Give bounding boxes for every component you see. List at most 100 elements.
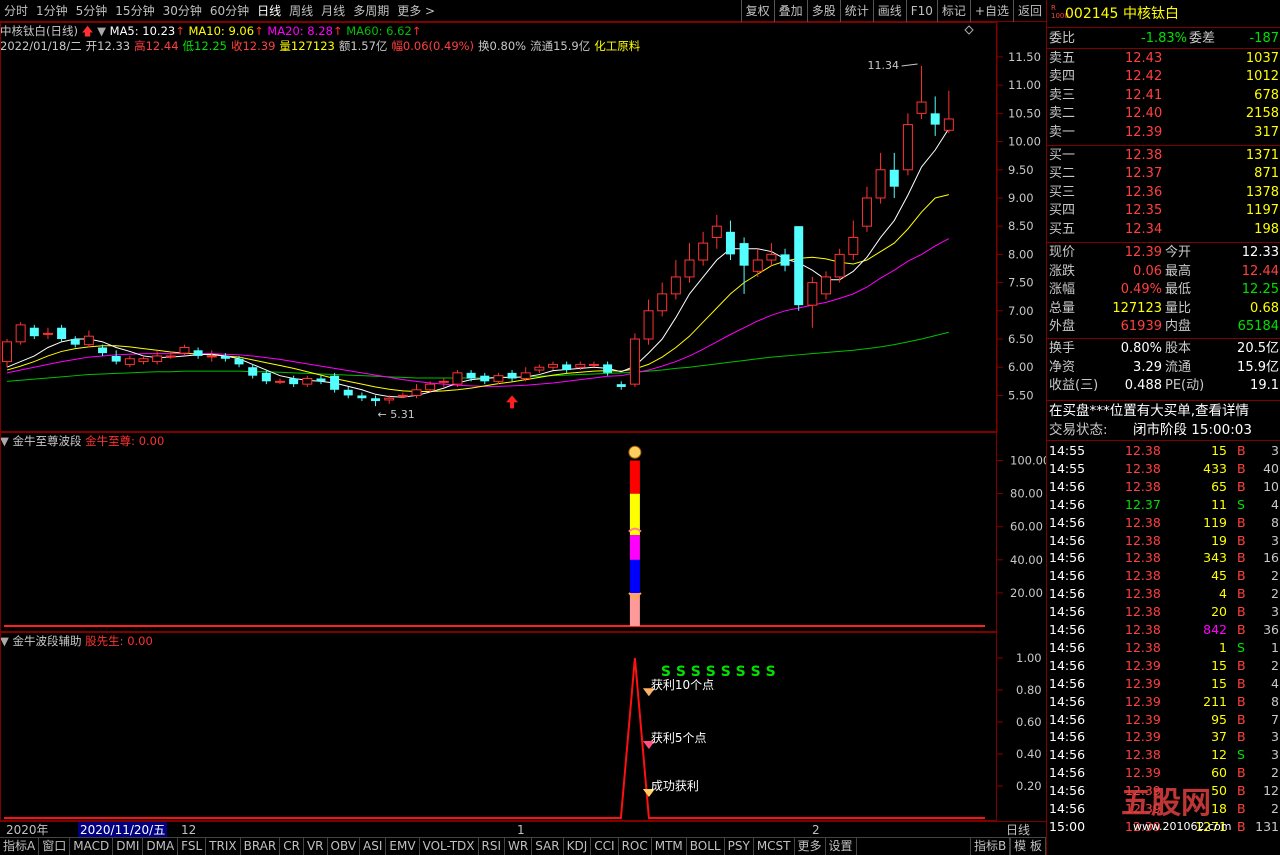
- price: 12.38: [1125, 532, 1161, 548]
- tick-row: 14:55 12.38 15 B 3: [1047, 442, 1280, 460]
- annotation-label: 成功获利: [651, 779, 699, 793]
- candlestick-chart[interactable]: 11.50 11.00 10.50 10.00 9.50 9.00 8.50 8.00 7.50…: [0, 22, 1046, 432]
- divider: [1047, 440, 1280, 441]
- x-axis-label: 1: [517, 823, 525, 837]
- y-tick-label: 9.00: [1008, 191, 1034, 205]
- y-tick-label: 40.00: [1010, 553, 1043, 567]
- toolbar-button[interactable]: F10: [905, 0, 937, 22]
- value: 0.68: [1250, 300, 1279, 316]
- candle-body: [152, 355, 163, 363]
- indicator-tab[interactable]: CCI: [591, 838, 619, 855]
- indicator-tab[interactable]: 窗口: [39, 838, 71, 855]
- indicator2-chart[interactable]: 1.000.800.600.400.20S S S S S S S S获利10个…: [0, 632, 1046, 821]
- toolbar-button[interactable]: 叠加: [773, 0, 807, 22]
- indicator1-chart[interactable]: 100.00 80.00 60.00 40.00 20.00: [0, 432, 1046, 632]
- period-tab[interactable]: 日线: [253, 2, 285, 19]
- count: 16: [1263, 550, 1279, 566]
- stat-row: 净资 3.29 流通 15.9亿: [1047, 359, 1280, 377]
- indicator-tab[interactable]: EMV: [386, 838, 420, 855]
- indicator-tab[interactable]: VOL-TDX: [420, 838, 479, 855]
- toolbar-button[interactable]: +自选: [969, 0, 1013, 22]
- template-tab[interactable]: 模 板: [1010, 838, 1046, 855]
- indicator-tab[interactable]: BOLL: [687, 838, 725, 855]
- label: 流通: [1165, 359, 1192, 375]
- price: 12.38: [1125, 514, 1161, 530]
- period-label[interactable]: 日线: [1006, 822, 1030, 838]
- period-tab[interactable]: 更多 >: [393, 2, 439, 19]
- label: 买五: [1049, 221, 1076, 237]
- volume: 1012: [1245, 69, 1279, 85]
- volume: 1037: [1245, 51, 1279, 66]
- period-tab[interactable]: 5分钟: [72, 2, 112, 19]
- notice[interactable]: 在买盘***位置有大买单,查看详情: [1049, 402, 1249, 420]
- indicator-tab[interactable]: OBV: [328, 838, 361, 855]
- tick-row: 14:56 12.38 1 S 1: [1047, 639, 1280, 657]
- period-tab[interactable]: 30分钟: [159, 2, 206, 19]
- label: 卖二: [1049, 106, 1076, 122]
- notice-row: 在买盘***位置有大买单,查看详情: [1047, 402, 1280, 420]
- tick-row: 14:56 12.38 19 B 3: [1047, 532, 1280, 550]
- indicator-tab[interactable]: ROC: [619, 838, 652, 855]
- candle-body: [316, 378, 326, 382]
- candle-body: [42, 332, 53, 335]
- toolbar-button[interactable]: 标记: [936, 0, 970, 22]
- period-tab[interactable]: 1分钟: [32, 2, 72, 19]
- indicator-tab[interactable]: RSI: [479, 838, 506, 855]
- indicator-tab[interactable]: TRIX: [206, 838, 241, 855]
- indicator-tab[interactable]: CR: [280, 838, 304, 855]
- candle-body: [261, 372, 271, 382]
- indicator-tab[interactable]: SAR: [532, 838, 564, 855]
- candle-body: [124, 358, 135, 365]
- price: 12.38: [1125, 622, 1161, 637]
- toolbar-button[interactable]: 返回: [1012, 0, 1046, 22]
- tick-row: 14:56 12.37 11 S 4: [1047, 496, 1280, 514]
- indicator-tab[interactable]: DMA: [143, 838, 179, 855]
- indicator-tab[interactable]: ASI: [360, 838, 387, 855]
- volume: 37: [1211, 729, 1227, 745]
- y-tick-label: 11.00: [1008, 78, 1041, 92]
- indicator-tab[interactable]: MTM: [652, 838, 687, 855]
- candle-body: [289, 378, 299, 385]
- period-tab[interactable]: 分时: [0, 2, 32, 19]
- y-tick-label: 0.80: [1016, 683, 1042, 697]
- brand-text: 五股网: [1121, 786, 1211, 821]
- template-tab[interactable]: 指标B: [969, 838, 1011, 855]
- tick-row: 14:56 12.39 211 B 8: [1047, 693, 1280, 711]
- period-tab[interactable]: 60分钟: [206, 2, 253, 19]
- count: 36: [1263, 622, 1279, 637]
- period-tab[interactable]: 15分钟: [111, 2, 158, 19]
- indicator-tab[interactable]: PSY: [725, 838, 754, 855]
- period-tab[interactable]: 多周期: [349, 2, 393, 19]
- indicator-tab[interactable]: VR: [304, 838, 328, 855]
- toolbar-button[interactable]: 画线: [872, 0, 906, 22]
- quote-panel: R 1000 002145 中核钛白 委比 -1.83% 委差 -187 卖五 12.43 103…: [1046, 0, 1280, 855]
- indicator-tab[interactable]: 设置: [826, 838, 857, 855]
- indicator-tab[interactable]: BRAR: [241, 838, 281, 855]
- indicator-tab[interactable]: KDJ: [564, 838, 592, 855]
- indicator-tab[interactable]: WR: [505, 838, 533, 855]
- candle-body: [29, 327, 39, 337]
- tick-row: 14:56 12.38 4 B 2: [1047, 585, 1280, 603]
- y-tick-label: 6.50: [1008, 332, 1034, 346]
- period-tab[interactable]: 周线: [285, 2, 317, 19]
- toolbar-button[interactable]: 多股: [806, 0, 840, 22]
- count: 1: [1271, 639, 1279, 655]
- toolbar-button[interactable]: 复权: [740, 0, 774, 22]
- volume: 433: [1203, 460, 1227, 476]
- tick-row: 14:56 12.38 20 B 3: [1047, 603, 1280, 621]
- indicator-tab[interactable]: MCST: [754, 838, 795, 855]
- sub-frame: [0, 632, 997, 821]
- toolbar-button[interactable]: 统计: [839, 0, 873, 22]
- brand-url: www.201062.com: [1133, 820, 1232, 833]
- candle-body: [629, 338, 640, 385]
- indicator-tab[interactable]: 更多: [795, 838, 826, 855]
- period-tab[interactable]: 月线: [317, 2, 349, 19]
- indicator-tab[interactable]: MACD: [70, 838, 114, 855]
- indicator-tab[interactable]: 指标A: [0, 838, 40, 855]
- label: 买二: [1049, 166, 1076, 182]
- y-tick-label: 7.50: [1008, 276, 1034, 290]
- candle-body: [330, 375, 340, 390]
- label: 涨跌: [1049, 263, 1076, 279]
- indicator-tab[interactable]: DMI: [113, 838, 144, 855]
- indicator-tab[interactable]: FSL: [178, 838, 207, 855]
